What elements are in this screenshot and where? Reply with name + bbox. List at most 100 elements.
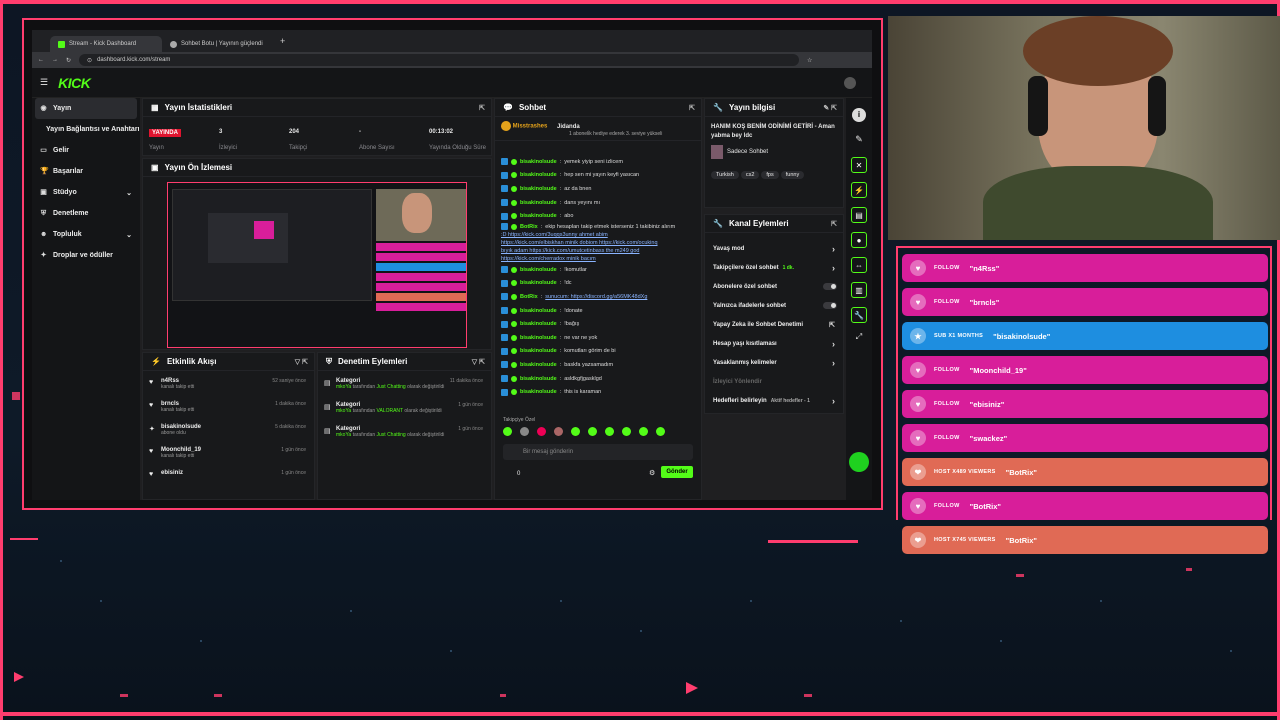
- chat-username[interactable]: bisakinolsude: [520, 267, 557, 273]
- close-icon[interactable]: ✕: [851, 157, 867, 173]
- menu-icon[interactable]: ☰: [40, 77, 48, 88]
- channel-action-item[interactable]: Takipçilere özel sohbet 1 dk. ›: [705, 258, 843, 277]
- quick-actions-column: i ✎ ✕ ⚡ ▤ ● ⇔ ▥ 🔧 ⤢: [846, 98, 872, 500]
- filter-icon[interactable]: ▽ ⇱: [472, 358, 485, 366]
- chat-username[interactable]: bisakinolsude: [520, 280, 557, 286]
- channel-action-item[interactable]: Yapay Zeka ile Sohbet Denetimi ⇱: [705, 315, 843, 334]
- chat-icon[interactable]: ●: [851, 232, 867, 248]
- back-icon[interactable]: ←: [38, 57, 44, 63]
- document-icon[interactable]: ▤: [851, 207, 867, 223]
- share-icon[interactable]: ⤢: [846, 332, 872, 342]
- bolt-icon[interactable]: ⚡: [851, 182, 867, 198]
- chevron-right-icon: ›: [832, 395, 835, 406]
- chat-username[interactable]: bisakinolsude: [520, 362, 557, 368]
- sidebar-item-2[interactable]: ▭ Gelir: [32, 140, 140, 161]
- send-button[interactable]: Gönder: [661, 466, 693, 478]
- tab-stream-dashboard[interactable]: Stream - Kick Dashboard: [50, 36, 162, 52]
- sidebar-item-label: Yayın Bağlantısı ve Anahtarı: [46, 126, 140, 133]
- activity-desc: kanalı takip etti: [161, 407, 195, 413]
- chat-input[interactable]: Bir mesaj gönderin: [503, 444, 693, 460]
- filter-icon[interactable]: ▽ ⇱: [295, 358, 308, 366]
- chat-username[interactable]: bisakinolsude: [520, 321, 557, 327]
- stream-preview-video[interactable]: [167, 182, 467, 348]
- avatar[interactable]: [844, 76, 856, 89]
- activity-item: ✦ bisakinolsude abone oldu 5 dakika önce: [143, 421, 314, 444]
- preview-title: Yayın Ön İzlemesi: [164, 163, 233, 172]
- badge-icon: [501, 223, 508, 231]
- url-input[interactable]: ⊙ dashboard.kick.com/stream: [79, 54, 800, 66]
- chat-username[interactable]: bisakinolsude: [520, 186, 557, 192]
- channel-action-item[interactable]: İzleyici Yönlendir: [705, 372, 843, 391]
- star-icon: ✦: [149, 426, 155, 433]
- toggle-switch[interactable]: [823, 302, 837, 309]
- stats-panel: ▦ Yayın İstatistikleri ⇱ YAYINDA Yayın 3 İ…: [142, 98, 492, 156]
- chevron-down-icon: ⌄: [126, 231, 132, 239]
- sidebar-item-0[interactable]: ◉ Yayın: [35, 98, 137, 119]
- chat-username[interactable]: bisakinolsude: [520, 172, 557, 178]
- chat-text: yemek yiyip seni izlicem: [564, 158, 623, 165]
- channel-action-item[interactable]: Hedefleri belirleyin Aktif hedefler - 1 ›: [705, 391, 843, 410]
- alert-follow: ♥ FOLLOW "Moonchild_19": [902, 356, 1268, 384]
- sidebar-item-3[interactable]: 🏆 Başarılar: [32, 161, 140, 182]
- live-label: Yayın: [149, 145, 164, 151]
- new-tab-icon[interactable]: +: [280, 36, 285, 46]
- clipboard-icon[interactable]: ▥: [851, 282, 867, 298]
- tab-chat-bot[interactable]: Sohbet Botu | Yayının güçlendi: [162, 36, 274, 52]
- toggle-switch[interactable]: [823, 283, 837, 290]
- activity-title: Etkinlik Akışı: [166, 357, 217, 366]
- sidebar-item-1[interactable]: Yayın Bağlantısı ve Anahtarı: [32, 119, 140, 140]
- moderation-text: tarafından: [352, 432, 376, 438]
- sidebar-item-7[interactable]: ✦ Droplar ve ödüller: [32, 245, 140, 266]
- kick-favicon-icon: [58, 40, 65, 48]
- pencil-icon[interactable]: ✎: [846, 134, 872, 145]
- chat-username[interactable]: bisakinolsude: [520, 159, 557, 165]
- channel-action-item[interactable]: Hesap yaşı kısıtlaması ›: [705, 334, 843, 353]
- channel-action-item[interactable]: Abonelere özel sohbet: [705, 277, 843, 296]
- chat-username[interactable]: bisakinolsude: [520, 335, 557, 341]
- chat-username[interactable]: bisakinolsude: [520, 348, 557, 354]
- address-bar-row: ← → ↻ ⊙ dashboard.kick.com/stream ☆: [32, 52, 872, 68]
- chat-username[interactable]: BotRix: [520, 294, 538, 300]
- action-label: Hedefleri belirleyin: [713, 397, 767, 404]
- chat-username[interactable]: bisakinolsude: [520, 213, 557, 219]
- resize-icon[interactable]: ⇔: [851, 257, 867, 273]
- chat-text: abo: [564, 213, 574, 220]
- stats-title: Yayın İstatistikleri: [164, 103, 233, 112]
- chat-username[interactable]: bisakinolsude: [520, 308, 557, 314]
- forward-icon[interactable]: →: [52, 57, 58, 63]
- settings-icon[interactable]: ⚙: [649, 469, 655, 477]
- overlay-top-line: [0, 0, 1280, 4]
- chat-username[interactable]: bisakinolsude: [520, 200, 557, 206]
- alert-kind: FOLLOW: [934, 265, 960, 271]
- shield-icon: ⛨: [326, 356, 332, 366]
- verified-icon: [511, 266, 517, 273]
- sidebar-item-6[interactable]: ☻ Topluluk ⌄: [32, 224, 140, 245]
- chat-username[interactable]: BotRix: [520, 224, 538, 230]
- channel-action-item[interactable]: Yalnızca ifadelerle sohbet: [705, 296, 843, 315]
- chat-message: bisakinolsude: !donate: [495, 304, 701, 318]
- sidebar-item-5[interactable]: ⛨ Denetleme: [32, 203, 140, 224]
- channel-action-item[interactable]: Yavaş mod ›: [705, 239, 843, 258]
- reload-icon[interactable]: ↻: [66, 57, 71, 64]
- badge-icon: [501, 171, 508, 179]
- bookmark-icon[interactable]: ☆: [807, 57, 812, 64]
- activity-item: ♥ n4Rss kanalı takip etti 52 saniye önce: [143, 375, 314, 398]
- wrench-icon[interactable]: 🔧: [851, 307, 867, 323]
- badge-icon: [501, 293, 508, 301]
- stream-overlay: { "browser": { "tabs": [{"label": "Strea…: [0, 0, 1280, 720]
- kick-logo[interactable]: KICK: [58, 75, 91, 91]
- popout-icon[interactable]: ⇱: [831, 220, 837, 228]
- popout-icon[interactable]: ⇱: [689, 104, 695, 112]
- popout-icon[interactable]: ⇱: [479, 104, 485, 112]
- badge-icon: [501, 158, 508, 166]
- chat-username[interactable]: bisakinolsude: [520, 376, 557, 382]
- info-icon[interactable]: i: [852, 108, 866, 122]
- chat-username[interactable]: bisakinolsude: [520, 389, 557, 395]
- site-info-icon: ⊙: [87, 57, 93, 64]
- sidebar-item-4[interactable]: ▣ Stüdyo ⌄: [32, 182, 140, 203]
- heart-icon: ♥: [910, 294, 926, 310]
- channel-action-item[interactable]: Yasaklanmış kelimeler ›: [705, 353, 843, 372]
- tab-bar: Stream - Kick Dashboard Sohbet Botu | Ya…: [32, 30, 872, 52]
- edit-icon[interactable]: ✎ ⇱: [823, 104, 837, 112]
- chat-message: bisakinolsude: !komutlar: [495, 263, 701, 277]
